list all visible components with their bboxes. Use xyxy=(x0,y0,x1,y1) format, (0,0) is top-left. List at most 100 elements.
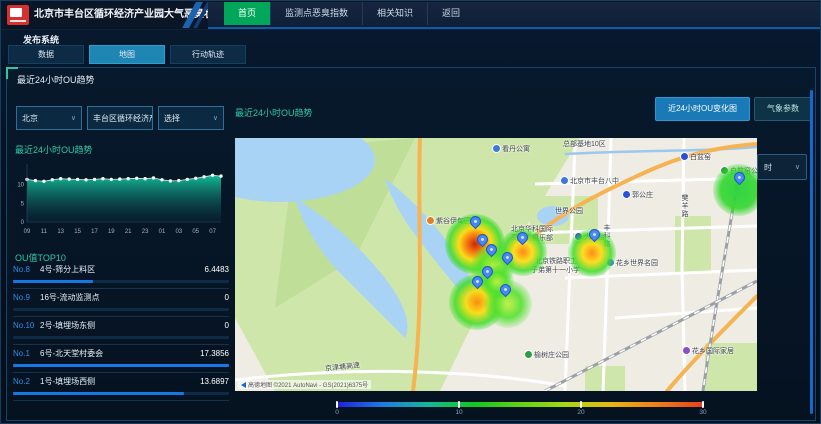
ou-value: 13.6897 xyxy=(200,376,229,388)
heat-legend: 0 10 20 30 xyxy=(337,402,703,418)
school-icon xyxy=(561,177,568,184)
station-name: 16号-流动监测点 xyxy=(40,292,225,304)
subway-icon xyxy=(623,191,630,198)
top-list-row[interactable]: No.21号-填埋场西侧13.6897 xyxy=(13,373,229,401)
map-label: 看丹公寓 xyxy=(493,144,530,154)
filter-select-1[interactable]: 丰台区循环经济产∨ xyxy=(87,106,153,130)
map-button-0[interactable]: 近24小时OU变化图 xyxy=(655,97,750,121)
building-icon xyxy=(493,145,500,152)
svg-text:07: 07 xyxy=(209,229,216,235)
map-label: 花乡国际家居 xyxy=(683,346,734,356)
station-name: 6号-北天堂村委会 xyxy=(40,348,200,360)
map-label: 樊羊路 xyxy=(679,194,689,218)
time-unit-select[interactable]: 时 ∨ xyxy=(757,154,807,180)
svg-text:19: 19 xyxy=(108,229,115,235)
rank-label: No.1 xyxy=(13,348,40,360)
scenic-icon xyxy=(427,217,434,224)
view-tab-1[interactable]: 地图 xyxy=(89,45,165,64)
map-buttons: 近24小时OU变化图气象参数 xyxy=(655,97,812,121)
park-icon xyxy=(525,351,532,358)
trend-chart-title: 最近24小时OU趋势 xyxy=(15,143,93,156)
progress-bar xyxy=(13,392,184,395)
panel-scrollbar[interactable] xyxy=(810,90,813,414)
trend-area-chart: 0510091113151719212301030507 xyxy=(11,156,227,238)
legend-tick-label: 30 xyxy=(699,409,706,416)
legend-tick-mark xyxy=(702,401,704,408)
map-label: 总部基地10区 xyxy=(563,139,606,149)
svg-text:10: 10 xyxy=(17,183,24,189)
progress-track xyxy=(13,308,229,311)
top-list-row[interactable]: No.84号-筛分上料区6.4483 xyxy=(13,261,229,289)
svg-text:0: 0 xyxy=(21,220,25,226)
map-label: 世界公园 xyxy=(555,206,583,216)
top-nav: 首页监测点恶臭指数相关知识返回 xyxy=(208,2,820,29)
svg-text:21: 21 xyxy=(125,229,132,235)
main-panel: 最近24小时OU趋势 北京∨丰台区循环经济产∨选择∨ 最近24小时OU趋势 05… xyxy=(6,67,816,421)
progress-bar xyxy=(13,364,229,367)
nav-item-1[interactable]: 监测点恶臭指数 xyxy=(270,2,362,25)
map-label: 白盆窑 xyxy=(681,152,711,162)
progress-track xyxy=(13,280,229,283)
map-label: 榆树庄公园 xyxy=(525,350,569,360)
mall-icon xyxy=(683,347,690,354)
station-name: 4号-筛分上料区 xyxy=(40,264,205,276)
top-list-row[interactable]: No.16号-北天堂村委会17.3856 xyxy=(13,345,229,373)
ou-value: 0 xyxy=(225,292,229,304)
svg-text:5: 5 xyxy=(21,201,25,207)
svg-text:05: 05 xyxy=(192,229,199,235)
legend-tick-mark xyxy=(580,401,582,408)
map-label: 郭公庄 xyxy=(623,190,653,200)
legend-tick-mark xyxy=(336,401,338,408)
station-name: 1号-填埋场西侧 xyxy=(40,376,200,388)
chevron-down-icon: ∨ xyxy=(213,114,218,122)
view-tabs: 数据地图行动轨迹 xyxy=(8,45,246,64)
map-section-title: 最近24小时OU趋势 xyxy=(235,106,313,119)
progress-track xyxy=(13,392,229,395)
station-name: 2号-填埋场东侧 xyxy=(40,320,225,332)
chevron-down-icon: ∨ xyxy=(71,114,76,122)
filter-selects: 北京∨丰台区循环经济产∨选择∨ xyxy=(16,106,224,130)
svg-text:17: 17 xyxy=(91,229,98,235)
heat-legend-bar xyxy=(337,402,703,407)
heatmap-blob xyxy=(713,164,757,216)
heat-legend-labels: 0 10 20 30 xyxy=(337,409,703,418)
view-tab-0[interactable]: 数据 xyxy=(8,45,84,64)
ou-value: 17.3856 xyxy=(200,348,229,360)
progress-track xyxy=(13,364,229,367)
ou-top-list: No.84号-筛分上料区6.4483No.916号-流动监测点0No.102号-… xyxy=(13,261,229,401)
ou-value: 6.4483 xyxy=(205,264,229,276)
subway-icon xyxy=(681,153,688,160)
view-tab-2[interactable]: 行动轨迹 xyxy=(170,45,246,64)
legend-tick-label: 10 xyxy=(455,409,462,416)
amap-logo-icon xyxy=(241,382,246,388)
map-button-1[interactable]: 气象参数 xyxy=(754,97,812,121)
nav-item-3[interactable]: 返回 xyxy=(427,2,474,25)
ou-value: 0 xyxy=(225,320,229,332)
rank-label: No.2 xyxy=(13,376,40,388)
svg-text:03: 03 xyxy=(175,229,182,235)
filter-select-0[interactable]: 北京∨ xyxy=(16,106,82,130)
app-logo-icon xyxy=(7,5,29,25)
app-root: 北京市丰台区循环经济产业园大气恶臭状况实时 首页监测点恶臭指数相关知识返回 发布… xyxy=(0,0,821,424)
svg-text:01: 01 xyxy=(159,229,166,235)
top-list-row[interactable]: No.102号-填埋场东侧0 xyxy=(13,317,229,345)
svg-text:15: 15 xyxy=(74,229,81,235)
legend-tick-mark xyxy=(458,401,460,408)
legend-tick-label: 20 xyxy=(577,409,584,416)
panel-title: 最近24小时OU趋势 xyxy=(17,73,95,86)
top-bar: 北京市丰台区循环经济产业园大气恶臭状况实时 首页监测点恶臭指数相关知识返回 xyxy=(1,1,820,30)
nav-item-2[interactable]: 相关知识 xyxy=(362,2,427,25)
map-attribution: 高德地图 ©2021 AutoNavi - GS(2021)6375号 xyxy=(238,380,371,389)
nav-item-0[interactable]: 首页 xyxy=(224,2,270,25)
rank-label: No.10 xyxy=(13,320,40,332)
map-canvas[interactable]: 看丹公寓总部基地10区白盆窑白盆窑公园北京市丰台八中郭公庄世界公园大葆台紫谷伊甸… xyxy=(235,138,757,391)
progress-bar xyxy=(13,280,93,283)
map-label: 北京市丰台八中 xyxy=(561,176,619,186)
top-list-row[interactable]: No.916号-流动监测点0 xyxy=(13,289,229,317)
legend-tick-label: 0 xyxy=(335,409,339,416)
progress-track xyxy=(13,336,229,339)
rank-label: No.8 xyxy=(13,264,40,276)
filter-select-2[interactable]: 选择∨ xyxy=(158,106,224,130)
svg-text:09: 09 xyxy=(24,229,31,235)
rank-label: No.9 xyxy=(13,292,40,304)
